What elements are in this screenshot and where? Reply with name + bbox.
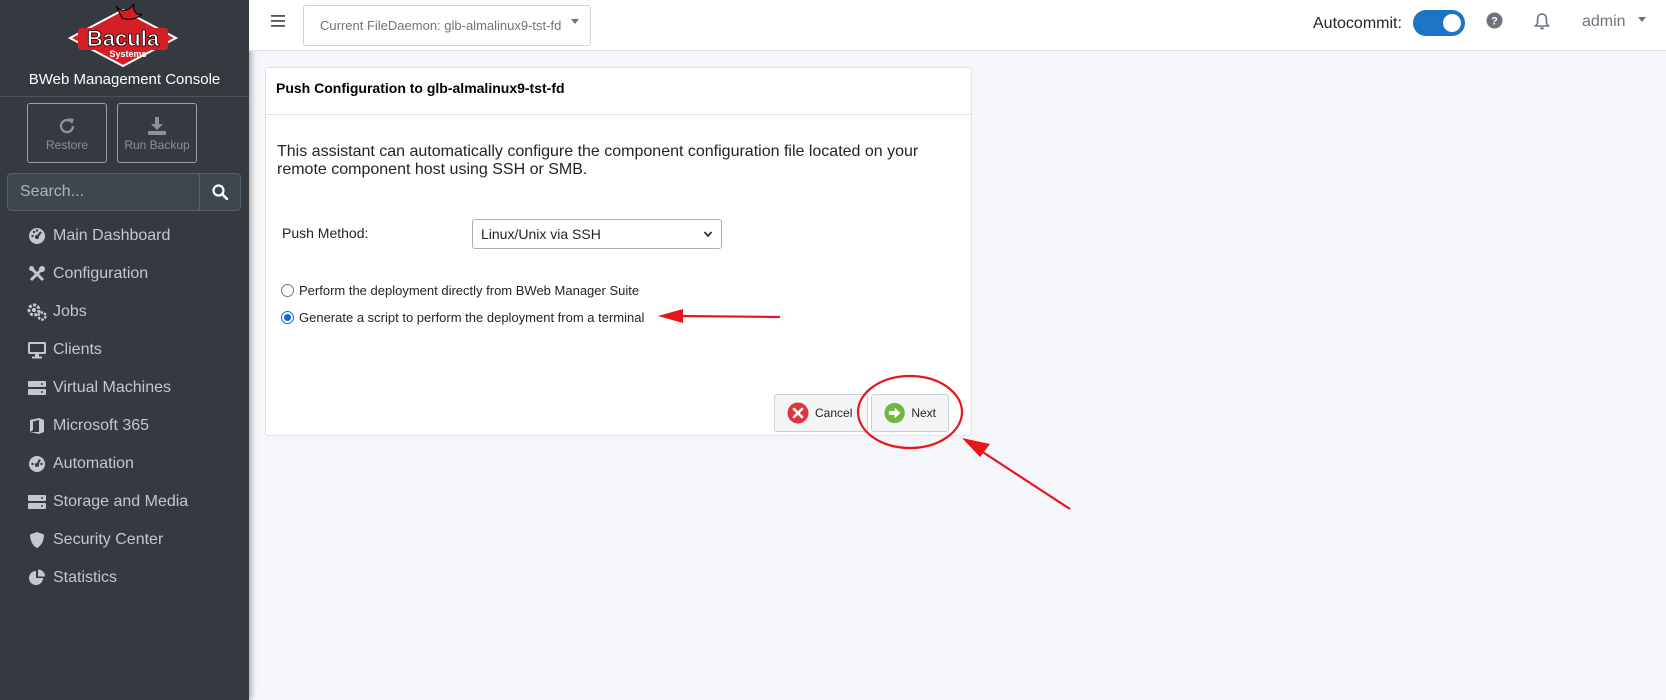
sidebar-search xyxy=(7,173,241,211)
sidebar-item-automation[interactable]: Automation xyxy=(0,445,249,483)
sidebar-item-label: Configuration xyxy=(53,265,149,282)
hamburger-menu-icon[interactable] xyxy=(271,14,287,28)
desktop-icon xyxy=(27,340,47,360)
option-label: Perform the deployment directly from BWe… xyxy=(299,283,640,298)
sidebar-item-microsoft-365[interactable]: Microsoft 365 xyxy=(0,407,249,445)
sidebar-item-jobs[interactable]: Jobs xyxy=(0,293,249,331)
svg-text:?: ? xyxy=(1491,16,1498,28)
sidebar-item-label: Storage and Media xyxy=(53,493,189,510)
toggle-knob xyxy=(1443,14,1461,32)
sidebar-item-label: Automation xyxy=(53,455,134,472)
next-label: Next xyxy=(911,406,936,420)
logo-text: Bacula xyxy=(87,26,160,51)
filedaemon-selector[interactable]: Current FileDaemon: glb-almalinux9-tst-f… xyxy=(303,5,591,46)
restore-icon xyxy=(59,118,75,134)
sidebar: Bacula Systems BWeb Management Console R… xyxy=(0,0,249,700)
sidebar-item-label: Virtual Machines xyxy=(53,379,171,396)
tools-icon xyxy=(27,264,47,284)
shield-icon xyxy=(27,530,47,550)
bacula-logo: Bacula Systems xyxy=(67,4,179,68)
sidebar-item-security-center[interactable]: Security Center xyxy=(0,521,249,559)
chevron-down-icon xyxy=(703,231,713,238)
user-menu[interactable]: admin xyxy=(1582,13,1647,31)
sidebar-item-virtual-machines[interactable]: Virtual Machines xyxy=(0,369,249,407)
run-backup-button[interactable]: Run Backup xyxy=(117,103,197,163)
radio-generate-script[interactable] xyxy=(281,311,294,324)
sidebar-item-label: Clients xyxy=(53,341,102,358)
restore-label: Restore xyxy=(45,138,89,152)
option-generate-script[interactable]: Generate a script to perform the deploym… xyxy=(281,310,644,325)
arrow-right-icon xyxy=(884,402,905,424)
brand-name: BWeb Management Console xyxy=(28,71,221,88)
radio-direct-deployment[interactable] xyxy=(281,284,294,297)
annotation-arrow-to-next xyxy=(962,438,1071,510)
gauge-icon xyxy=(27,454,47,474)
sidebar-item-label: Statistics xyxy=(53,569,118,586)
push-method-select[interactable]: Linux/Unix via SSH xyxy=(472,219,722,249)
caret-down-icon xyxy=(1638,17,1647,22)
intro-text: This assistant can automatically configu… xyxy=(277,143,919,178)
search-button[interactable] xyxy=(199,173,241,211)
top-navbar: Current FileDaemon: glb-almalinux9-tst-f… xyxy=(249,0,1666,51)
sidebar-item-clients[interactable]: Clients xyxy=(0,331,249,369)
office-icon xyxy=(27,416,47,436)
sidebar-nav: Main Dashboard Configuration Jobs Client… xyxy=(0,217,249,597)
question-circle-icon[interactable]: ? xyxy=(1486,12,1503,29)
sidebar-item-label: Security Center xyxy=(53,531,164,548)
logo-subtext: Systems xyxy=(109,49,146,59)
sidebar-item-label: Main Dashboard xyxy=(53,227,171,244)
search-icon xyxy=(212,184,228,200)
push-method-label: Push Method: xyxy=(282,225,369,241)
brand[interactable]: Bacula Systems BWeb Management Console xyxy=(0,0,249,97)
restore-button[interactable]: Restore xyxy=(27,103,107,163)
sidebar-item-label: Jobs xyxy=(53,303,87,320)
filedaemon-label: Current FileDaemon: glb-almalinux9-tst-f… xyxy=(320,18,562,33)
run-backup-label: Run Backup xyxy=(124,138,190,152)
next-button[interactable]: Next xyxy=(871,394,949,432)
cancel-icon xyxy=(787,402,809,424)
sidebar-item-main-dashboard[interactable]: Main Dashboard xyxy=(0,217,249,255)
search-input[interactable] xyxy=(7,173,199,211)
sidebar-item-configuration[interactable]: Configuration xyxy=(0,255,249,293)
option-direct-deployment[interactable]: Perform the deployment directly from BWe… xyxy=(281,283,639,298)
autocommit-toggle[interactable] xyxy=(1413,10,1465,36)
option-label: Generate a script to perform the deploym… xyxy=(299,310,645,325)
cancel-button[interactable]: Cancel xyxy=(774,394,868,432)
push-method-value: Linux/Unix via SSH xyxy=(481,226,601,242)
push-configuration-card: Push Configuration to glb-almalinux9-tst… xyxy=(265,67,972,436)
user-name: admin xyxy=(1582,13,1626,30)
bell-icon[interactable] xyxy=(1534,12,1550,30)
caret-down-icon xyxy=(571,19,580,24)
autocommit-label: Autocommit: xyxy=(1313,15,1402,32)
sidebar-item-statistics[interactable]: Statistics xyxy=(0,559,249,597)
storage-icon xyxy=(27,492,47,512)
pie-chart-icon xyxy=(27,568,47,588)
cancel-label: Cancel xyxy=(815,406,853,420)
dashboard-icon xyxy=(27,226,47,246)
server-icon xyxy=(27,378,47,398)
download-icon xyxy=(148,117,166,135)
cogs-icon xyxy=(27,302,47,322)
sidebar-item-label: Microsoft 365 xyxy=(53,417,150,434)
sidebar-item-storage-and-media[interactable]: Storage and Media xyxy=(0,483,249,521)
card-title: Push Configuration to glb-almalinux9-tst… xyxy=(266,68,971,115)
